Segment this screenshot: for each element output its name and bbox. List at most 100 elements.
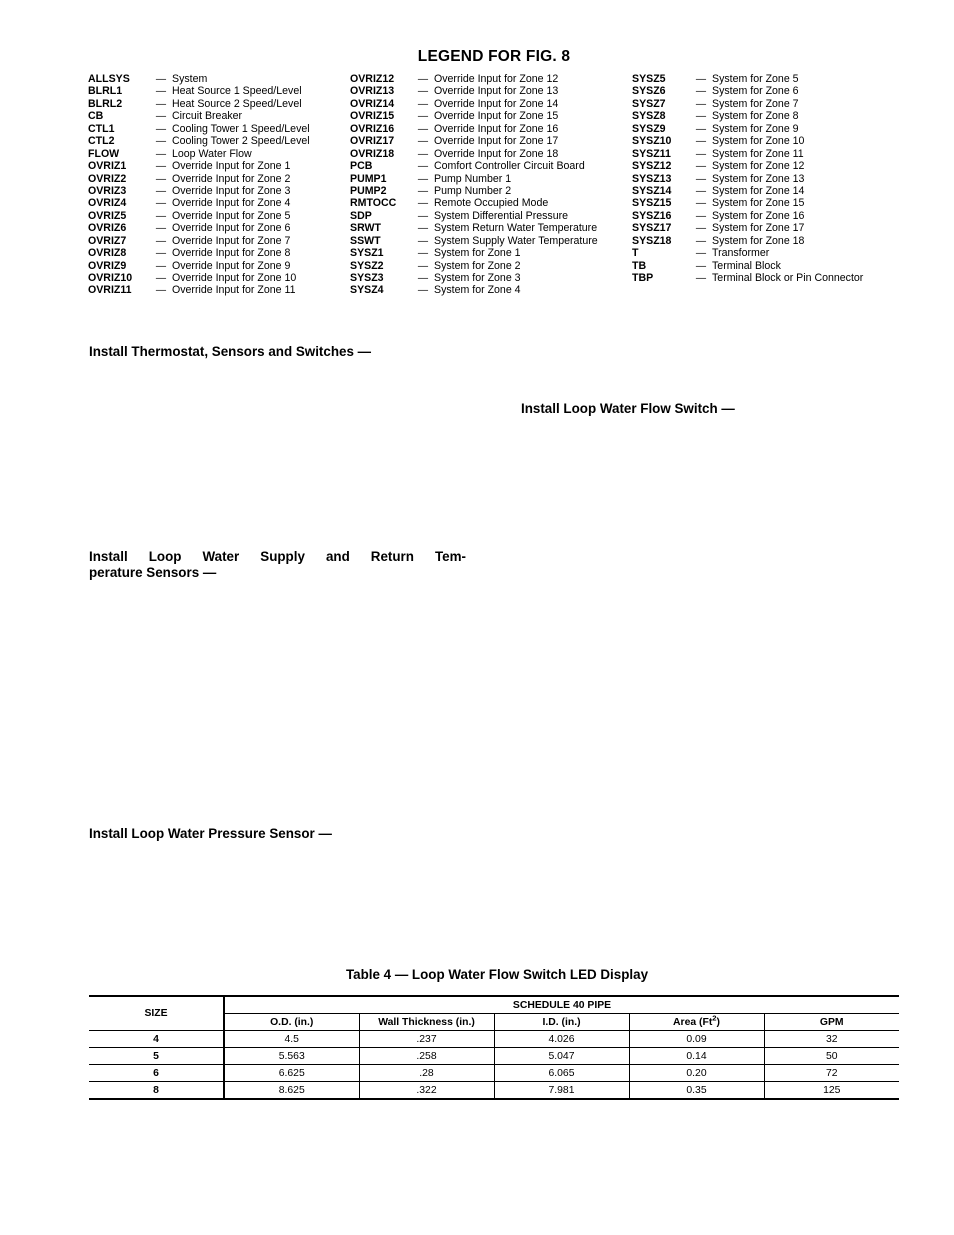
legend-entry: OVRIZ11 — Override Input for Zone 11	[88, 284, 350, 296]
legend-dash: —	[417, 123, 429, 135]
legend-dash: —	[155, 198, 167, 210]
legend-entry: SYSZ9 — System for Zone 9	[632, 123, 906, 135]
legend-term: OVRIZ16	[350, 122, 395, 135]
legend-term: OVRIZ4	[88, 197, 127, 210]
legend-term: OVRIZ3	[88, 184, 127, 197]
schedule-40-pipe-table: SIZE SCHEDULE 40 PIPE O.D. (in.) Wall Th…	[89, 995, 899, 1100]
legend-dash: —	[417, 198, 429, 210]
legend-dash: —	[155, 111, 167, 123]
legend-entry: OVRIZ6 — Override Input for Zone 6	[88, 222, 350, 234]
column-header-area: Area (Ft2)	[628, 1013, 765, 1031]
cell-id: 4.026	[493, 1030, 630, 1048]
legend-entry: PUMP2 — Pump Number 2	[350, 185, 632, 197]
legend-description: Terminal Block	[712, 259, 781, 272]
legend-dash: —	[695, 223, 707, 235]
heading-install-loop-water-supply-return-temperature-sensors: Install Loop Water Supply and Return Tem…	[89, 549, 466, 581]
cell-area: 0.14	[628, 1047, 765, 1065]
legend-description: Comfort Controller Circuit Board	[434, 160, 585, 173]
legend-description: System for Zone 14	[712, 184, 805, 197]
legend-entry: CTL2 — Cooling Tower 2 Speed/Level	[88, 135, 350, 147]
legend-entry: SYSZ14 — System for Zone 14	[632, 185, 906, 197]
column-header-schedule-40-pipe: SCHEDULE 40 PIPE	[223, 996, 899, 1014]
legend-dash: —	[417, 148, 429, 160]
legend-description: System for Zone 15	[712, 197, 805, 210]
table-row: 5 5.563.258 5.047 0.14 50	[89, 1047, 899, 1065]
legend-description: Override Input for Zone 7	[172, 234, 291, 247]
legend-dash: —	[417, 74, 429, 85]
legend-dash: —	[695, 136, 707, 148]
legend-entry: PUMP1 — Pump Number 1	[350, 173, 632, 185]
legend-term: OVRIZ12	[350, 73, 395, 85]
legend-dash: —	[695, 123, 707, 135]
legend-entry: PCB — Comfort Controller Circuit Board	[350, 160, 632, 172]
area-header-tail: )	[716, 1016, 720, 1028]
table-header-row-group: SIZE SCHEDULE 40 PIPE	[89, 996, 899, 1031]
cell-wall-thickness: .258	[358, 1047, 495, 1065]
legend-entry: SYSZ2 — System for Zone 2	[350, 260, 632, 272]
legend-entry: SYSZ18 — System for Zone 18	[632, 235, 906, 247]
legend-description: Override Input for Zone 16	[434, 122, 559, 135]
legend-term: OVRIZ15	[350, 110, 395, 123]
legend-description: Transformer	[712, 247, 770, 260]
legend-term: SYSZ4	[350, 284, 384, 297]
legend-dash: —	[155, 123, 167, 135]
column-header-size: SIZE	[89, 996, 225, 1031]
legend-entry: SYSZ13 — System for Zone 13	[632, 173, 906, 185]
legend-description: Override Input for Zone 15	[434, 110, 559, 123]
legend-term: OVRIZ14	[350, 97, 395, 110]
legend-term: TB	[632, 259, 647, 272]
legend-entry: OVRIZ15 — Override Input for Zone 15	[350, 110, 632, 122]
legend-description: Circuit Breaker	[172, 110, 243, 123]
legend-description: Override Input for Zone 9	[172, 259, 291, 272]
legend-dash: —	[695, 98, 707, 110]
legend-dash: —	[695, 185, 707, 197]
cell-size: 8	[89, 1081, 225, 1099]
legend-term: SYSZ1	[350, 247, 384, 260]
legend-description: System Differential Pressure	[434, 209, 569, 222]
table-body: 4 4.5.237 4.026 0.09 32 5 5.563.258 5.047 0.14 50…	[89, 1030, 899, 1099]
legend-dash: —	[695, 111, 707, 123]
legend-entry: OVRIZ3 — Override Input for Zone 3	[88, 185, 350, 197]
legend-entry: SSWT — System Supply Water Temperature	[350, 235, 632, 247]
legend-description: System for Zone 10	[712, 135, 805, 148]
cell-size: 4	[89, 1030, 225, 1048]
legend-description: System for Zone 6	[712, 85, 799, 98]
cell-id: 6.065	[493, 1064, 630, 1082]
legend-dash: —	[155, 248, 167, 260]
cell-gpm: 50	[763, 1047, 899, 1065]
cell-gpm: 32	[763, 1030, 899, 1048]
legend-description: Override Input for Zone 10	[172, 272, 297, 284]
legend-term: SYSZ17	[632, 222, 672, 235]
legend-dash: —	[155, 136, 167, 148]
heading-install-thermostat-sensors-switches: Install Thermostat, Sensors and Switches…	[89, 344, 372, 359]
legend-dash: —	[417, 111, 429, 123]
legend-term: OVRIZ9	[88, 259, 127, 272]
legend-entry: OVRIZ17 — Override Input for Zone 17	[350, 135, 632, 147]
heading-install-loop-water-flow-switch: Install Loop Water Flow Switch —	[521, 401, 735, 416]
legend-term: OVRIZ2	[88, 172, 127, 185]
legend-dash: —	[155, 74, 167, 85]
legend-entry: RMTOCC — Remote Occupied Mode	[350, 197, 632, 209]
legend-entry: OVRIZ18 — Override Input for Zone 18	[350, 148, 632, 160]
legend-entry: OVRIZ7 — Override Input for Zone 7	[88, 235, 350, 247]
heading-temperature-line-1: Install Loop Water Supply and Return Tem…	[89, 549, 466, 564]
legend-dash: —	[155, 185, 167, 197]
legend-term: SRWT	[350, 222, 381, 235]
legend-term: OVRIZ11	[88, 284, 132, 297]
legend-term: PCB	[350, 160, 373, 173]
legend-dash: —	[417, 285, 429, 297]
legend-description: Override Input for Zone 12	[434, 73, 559, 85]
legend-dash: —	[695, 273, 707, 284]
legend-dash: —	[417, 260, 429, 272]
legend-dash: —	[695, 198, 707, 210]
legend-term: CTL2	[88, 135, 115, 148]
legend-term: OVRIZ13	[350, 85, 395, 98]
cell-area: 0.20	[628, 1064, 765, 1082]
legend-entry: OVRIZ12 — Override Input for Zone 12	[350, 73, 632, 85]
legend-description: System for Zone 13	[712, 172, 805, 185]
column-header-gpm: GPM	[763, 1013, 899, 1031]
legend-entry: OVRIZ5 — Override Input for Zone 5	[88, 210, 350, 222]
legend-entry: SYSZ12 — System for Zone 12	[632, 160, 906, 172]
legend-entry: SYSZ15 — System for Zone 15	[632, 197, 906, 209]
legend-entry: FLOW — Loop Water Flow	[88, 148, 350, 160]
